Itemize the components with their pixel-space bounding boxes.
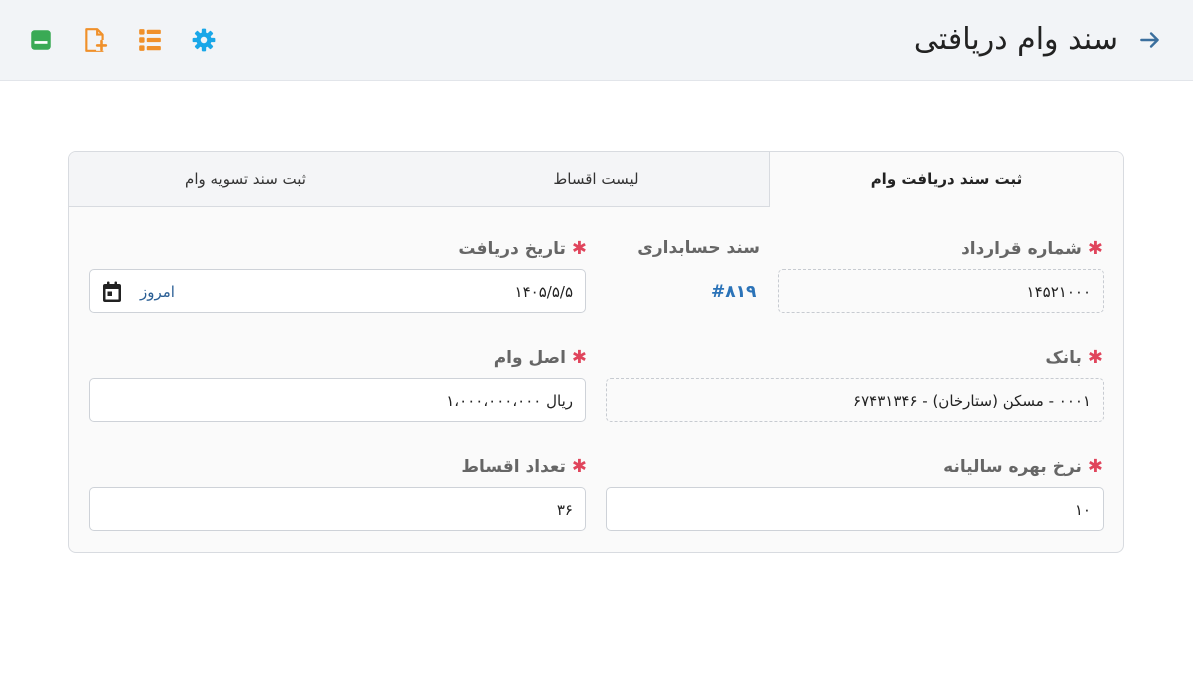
today-link[interactable]: امروز (140, 270, 175, 314)
required-mark: ✱ (571, 456, 587, 477)
receive-date-field[interactable]: ۱۴۰۵/۵/۵ امروز (89, 269, 586, 313)
loan-form-card: ثبت سند دریافت وام لیست اقساط ثبت سند تس… (68, 151, 1124, 553)
interest-rate-value: ۱۰ (1074, 501, 1091, 519)
tab-bar: ثبت سند دریافت وام لیست اقساط ثبت سند تس… (69, 152, 1123, 207)
gear-icon[interactable] (191, 27, 217, 53)
top-toolbar: سند وام دریافتی (0, 0, 1193, 81)
interest-rate-field[interactable]: ۱۰ (606, 487, 1104, 531)
required-mark: ✱ (571, 347, 587, 368)
principal-value: ریال ۱،۰۰۰،۰۰۰،۰۰۰ (446, 392, 573, 410)
page-title: سند وام دریافتی (913, 22, 1118, 57)
contract-number-value: ۱۴۵۲۱۰۰۰ (1026, 283, 1091, 301)
interest-rate-label: ✱نرخ بهره سالیانه (943, 456, 1103, 477)
installments-field[interactable]: ۳۶ (89, 487, 586, 531)
tab-receive-loan[interactable]: ثبت سند دریافت وام (769, 152, 1123, 207)
tab-settle-loan[interactable]: ثبت سند تسویه وام (69, 152, 422, 206)
bank-value: ۰۰۰۱ - مسکن (ستارخان) - ۶۷۴۳۱۳۴۶ (853, 392, 1091, 410)
required-mark: ✱ (1087, 238, 1103, 259)
calendar-icon[interactable] (102, 281, 122, 303)
save-icon[interactable] (28, 27, 54, 53)
bank-label: ✱بانک (1045, 347, 1103, 368)
required-mark: ✱ (1087, 347, 1103, 368)
required-mark: ✱ (571, 238, 587, 259)
list-icon[interactable] (137, 27, 163, 53)
arrow-right-icon[interactable] (1137, 27, 1163, 53)
principal-label: ✱اصل وام (493, 347, 587, 368)
installments-value: ۳۶ (556, 501, 573, 519)
file-plus-icon[interactable] (82, 27, 108, 53)
accounting-doc-link[interactable]: #۸۱۹ (711, 282, 756, 302)
tab-installments[interactable]: لیست اقساط (422, 152, 770, 206)
receive-date-label: ✱تاریخ دریافت (458, 238, 587, 259)
bank-field[interactable]: ۰۰۰۱ - مسکن (ستارخان) - ۶۷۴۳۱۳۴۶ (606, 378, 1104, 422)
required-mark: ✱ (1087, 456, 1103, 477)
contract-number-field[interactable]: ۱۴۵۲۱۰۰۰ (778, 269, 1104, 313)
receive-date-value: ۱۴۰۵/۵/۵ (514, 283, 573, 301)
installments-label: ✱تعداد اقساط (461, 456, 587, 477)
principal-field[interactable]: ریال ۱،۰۰۰،۰۰۰،۰۰۰ (89, 378, 586, 422)
contract-number-label: ✱شماره قرارداد (961, 238, 1103, 259)
accounting-doc-label: سند حسابداری (637, 238, 760, 258)
